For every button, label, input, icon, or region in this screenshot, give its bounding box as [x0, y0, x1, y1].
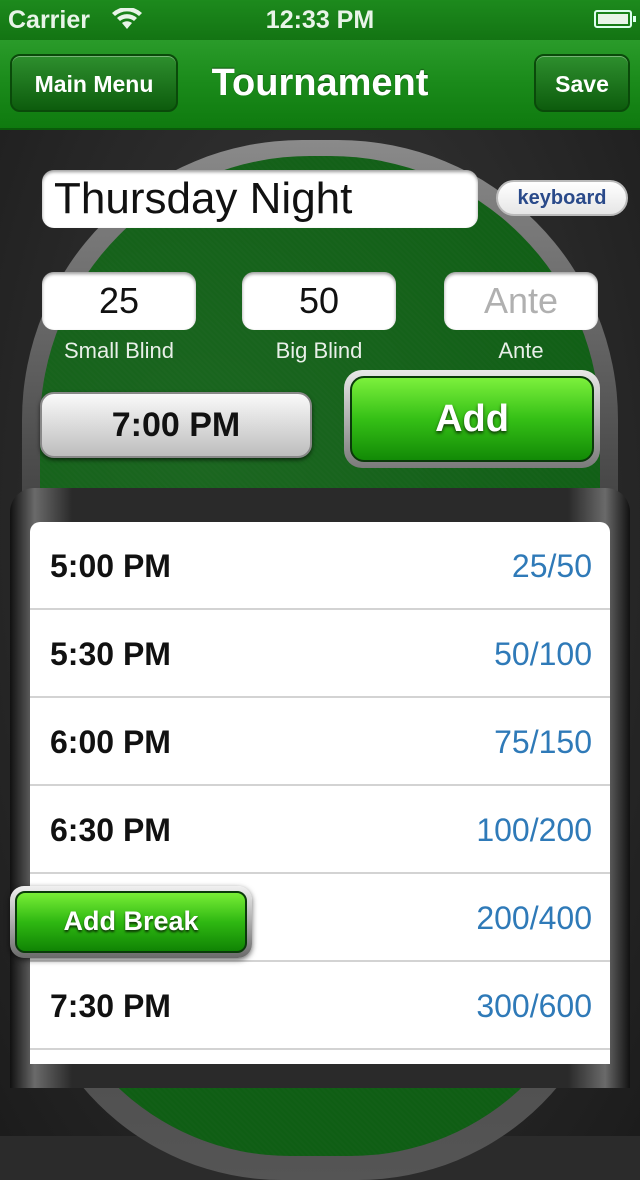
level-time: 5:30 PM — [50, 636, 171, 672]
level-time: 6:00 PM — [50, 724, 171, 760]
small-blind-label: Small Blind — [63, 338, 175, 363]
save-button[interactable]: Save — [534, 54, 630, 112]
time-picker-button[interactable]: 7:00 PM — [40, 392, 312, 458]
level-blinds: 50/100 — [494, 636, 592, 672]
tournament-name-input[interactable]: Thursday Night — [42, 170, 478, 228]
level-blinds: 75/150 — [494, 724, 592, 760]
level-time: 6:30 PM — [50, 812, 171, 848]
list-item[interactable] — [30, 1050, 610, 1064]
list-item[interactable]: 5:30 PM 50/100 — [30, 610, 610, 698]
list-item[interactable]: 7:30 PM 300/600 — [30, 962, 610, 1050]
add-break-label: Add Break — [15, 891, 247, 953]
level-blinds: 100/200 — [476, 812, 592, 848]
status-bar: Carrier 12:33 PM — [0, 0, 640, 40]
blind-levels-list[interactable]: 5:00 PM 25/50 5:30 PM 50/100 6:00 PM 75/… — [30, 522, 610, 1064]
small-blind-input[interactable]: 25 — [42, 272, 196, 330]
add-level-label: Add — [350, 376, 594, 462]
ante-label: Ante — [498, 338, 544, 363]
level-time: 7:30 PM — [50, 988, 171, 1024]
level-blinds: 300/600 — [476, 988, 592, 1024]
navigation-bar: Main Menu Tournament Save — [0, 40, 640, 130]
add-level-button[interactable]: Add — [344, 370, 600, 468]
big-blind-input[interactable]: 50 — [242, 272, 396, 330]
level-blinds: 200/400 — [476, 900, 592, 936]
battery-icon — [594, 10, 636, 28]
add-break-button[interactable]: Add Break — [10, 886, 252, 958]
level-blinds: 25/50 — [511, 548, 592, 584]
big-blind-label: Big Blind — [275, 338, 363, 363]
list-item[interactable]: 5:00 PM 25/50 — [30, 522, 610, 610]
list-item[interactable]: 6:30 PM 100/200 — [30, 786, 610, 874]
list-item[interactable]: 6:00 PM 75/150 — [30, 698, 610, 786]
ante-input[interactable]: Ante — [444, 272, 598, 330]
keyboard-button[interactable]: keyboard — [496, 180, 628, 216]
status-time: 12:33 PM — [265, 6, 375, 34]
level-time: 5:00 PM — [50, 548, 171, 584]
